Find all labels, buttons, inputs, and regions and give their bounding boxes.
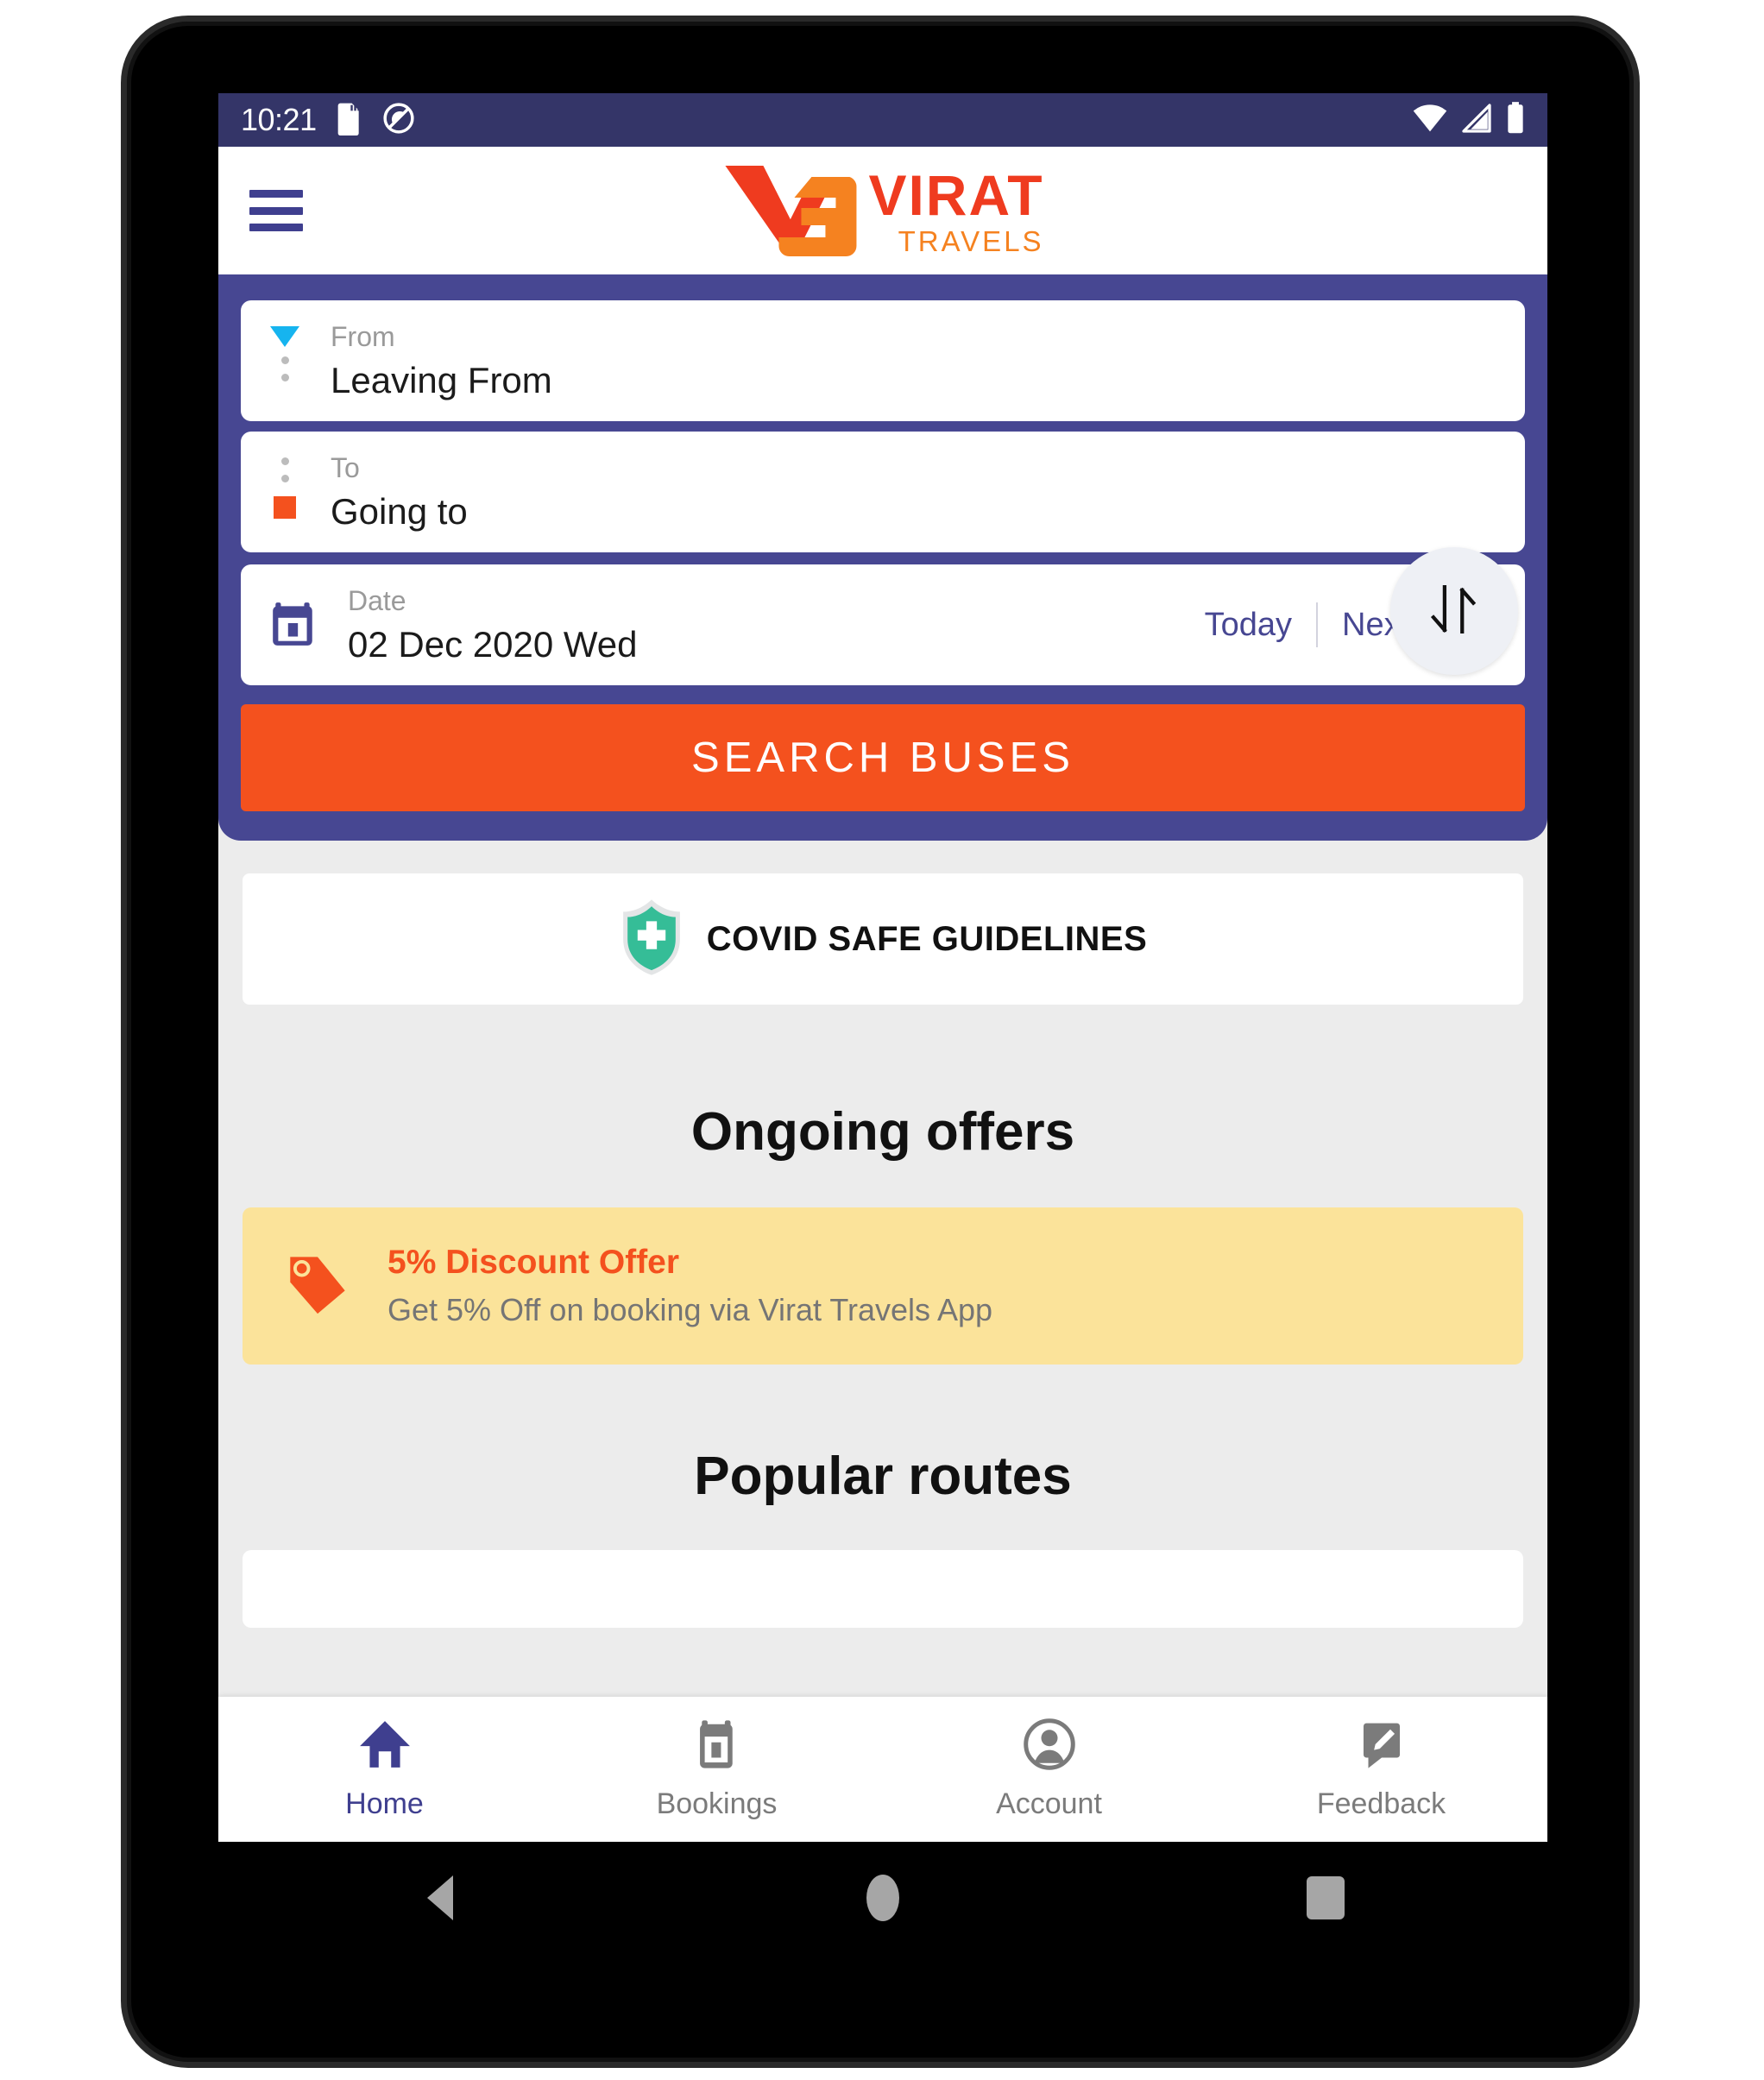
nav-label-account: Account — [996, 1787, 1102, 1820]
phone-screen: 10:21 VIRAT TRAVELS From Leaving From To… — [218, 93, 1547, 1842]
offer-card[interactable]: 5% Discount Offer Get 5% Off on booking … — [243, 1207, 1523, 1365]
covid-safe-guidelines-banner[interactable]: COVID SAFE GUIDELINES — [243, 873, 1523, 1005]
hamburger-bar — [249, 224, 303, 231]
nav-item-feedback[interactable]: Feedback — [1215, 1718, 1547, 1821]
shield-plus-icon — [619, 898, 684, 981]
from-text-column: From Leaving From — [331, 323, 552, 399]
offer-subtitle: Get 5% Off on booking via Virat Travels … — [387, 1292, 993, 1327]
android-home-button[interactable] — [661, 1875, 1104, 1921]
date-field[interactable]: Date 02 Dec 2020 Wed Today Next day — [241, 564, 1525, 685]
price-tag-icon — [284, 1251, 351, 1322]
battery-icon — [1506, 101, 1525, 139]
android-recents-button[interactable] — [1105, 1876, 1547, 1919]
search-buses-button[interactable]: SEARCH BUSES — [241, 704, 1525, 811]
search-buses-label: SEARCH BUSES — [691, 734, 1074, 781]
offer-title: 5% Discount Offer — [387, 1244, 680, 1281]
feedback-pencil-icon — [1357, 1718, 1407, 1775]
do-not-disturb-icon — [382, 102, 415, 139]
to-text-column: To Going to — [331, 454, 468, 530]
date-left-group: Date 02 Dec 2020 Wed — [270, 587, 637, 663]
app-bar: VIRAT TRAVELS — [218, 147, 1547, 274]
status-bar-right — [1413, 101, 1525, 139]
back-triangle-icon — [426, 1875, 453, 1920]
hamburger-menu-icon[interactable] — [249, 190, 303, 231]
status-bar-left: 10:21 — [241, 101, 415, 140]
nav-item-bookings[interactable]: Bookings — [551, 1718, 883, 1821]
popular-route-card[interactable] — [243, 1550, 1523, 1628]
nav-item-home[interactable]: Home — [218, 1718, 551, 1821]
dot-icon — [280, 475, 289, 482]
home-circle-icon — [866, 1875, 899, 1921]
from-marker — [270, 323, 299, 381]
nav-label-feedback: Feedback — [1316, 1787, 1446, 1820]
logo-wordmark: VIRAT TRAVELS — [868, 167, 1043, 255]
swap-locations-button[interactable] — [1390, 547, 1518, 675]
to-label: To — [331, 452, 360, 483]
recents-square-icon — [1307, 1876, 1345, 1919]
swap-vertical-arrows-icon — [1422, 577, 1486, 646]
android-back-button[interactable] — [218, 1875, 661, 1920]
hamburger-bar — [249, 190, 303, 198]
square-stop-icon — [274, 496, 296, 519]
vg-monogram-icon — [721, 163, 860, 258]
to-field[interactable]: To Going to — [241, 432, 1525, 552]
app-logo: VIRAT TRAVELS — [721, 163, 1043, 258]
nav-label-home: Home — [345, 1787, 424, 1820]
logo-tagline-text: TRAVELS — [898, 224, 1044, 257]
to-marker — [270, 454, 299, 519]
from-field-row: From Leaving From — [270, 323, 1496, 399]
dot-icon — [280, 356, 289, 364]
wifi-icon — [1413, 104, 1447, 137]
offer-text-column: 5% Discount Offer Get 5% Off on booking … — [387, 1244, 992, 1328]
ongoing-offers-title: Ongoing offers — [690, 1102, 1075, 1162]
covid-banner-label: COVID SAFE GUIDELINES — [706, 919, 1148, 958]
from-label: From — [331, 321, 395, 352]
today-button[interactable]: Today — [1181, 607, 1316, 644]
cellular-signal-icon — [1461, 103, 1492, 137]
date-label: Date — [348, 585, 406, 616]
main-content: COVID SAFE GUIDELINES Ongoing offers 5% … — [218, 841, 1547, 1628]
dot-icon — [280, 457, 289, 465]
android-navigation-bar — [218, 1842, 1547, 1954]
person-circle-icon — [1023, 1718, 1076, 1775]
bottom-navigation-bar: Home Bookings Account Feedback — [218, 1697, 1547, 1842]
hamburger-bar — [249, 206, 303, 215]
to-field-row: To Going to — [270, 454, 1496, 530]
from-field[interactable]: From Leaving From — [241, 300, 1525, 421]
logo-brand-text: VIRAT — [868, 162, 1044, 227]
sd-card-icon — [336, 101, 363, 140]
date-value: 02 Dec 2020 Wed — [348, 624, 638, 665]
dot-icon — [280, 374, 289, 381]
popular-routes-title: Popular routes — [694, 1447, 1072, 1506]
calendar-icon — [270, 598, 317, 652]
calendar-bookings-icon — [692, 1718, 742, 1775]
status-time: 10:21 — [241, 102, 317, 137]
nav-item-account[interactable]: Account — [883, 1718, 1215, 1821]
home-icon — [358, 1718, 412, 1775]
triangle-down-icon — [270, 326, 299, 347]
search-panel: From Leaving From To Going to Date 02 De… — [218, 274, 1547, 841]
date-text-column: Date 02 Dec 2020 Wed — [348, 587, 637, 663]
status-bar: 10:21 — [218, 93, 1547, 147]
nav-label-bookings: Bookings — [656, 1787, 778, 1820]
from-value: Leaving From — [331, 360, 552, 400]
to-value: Going to — [331, 491, 468, 532]
